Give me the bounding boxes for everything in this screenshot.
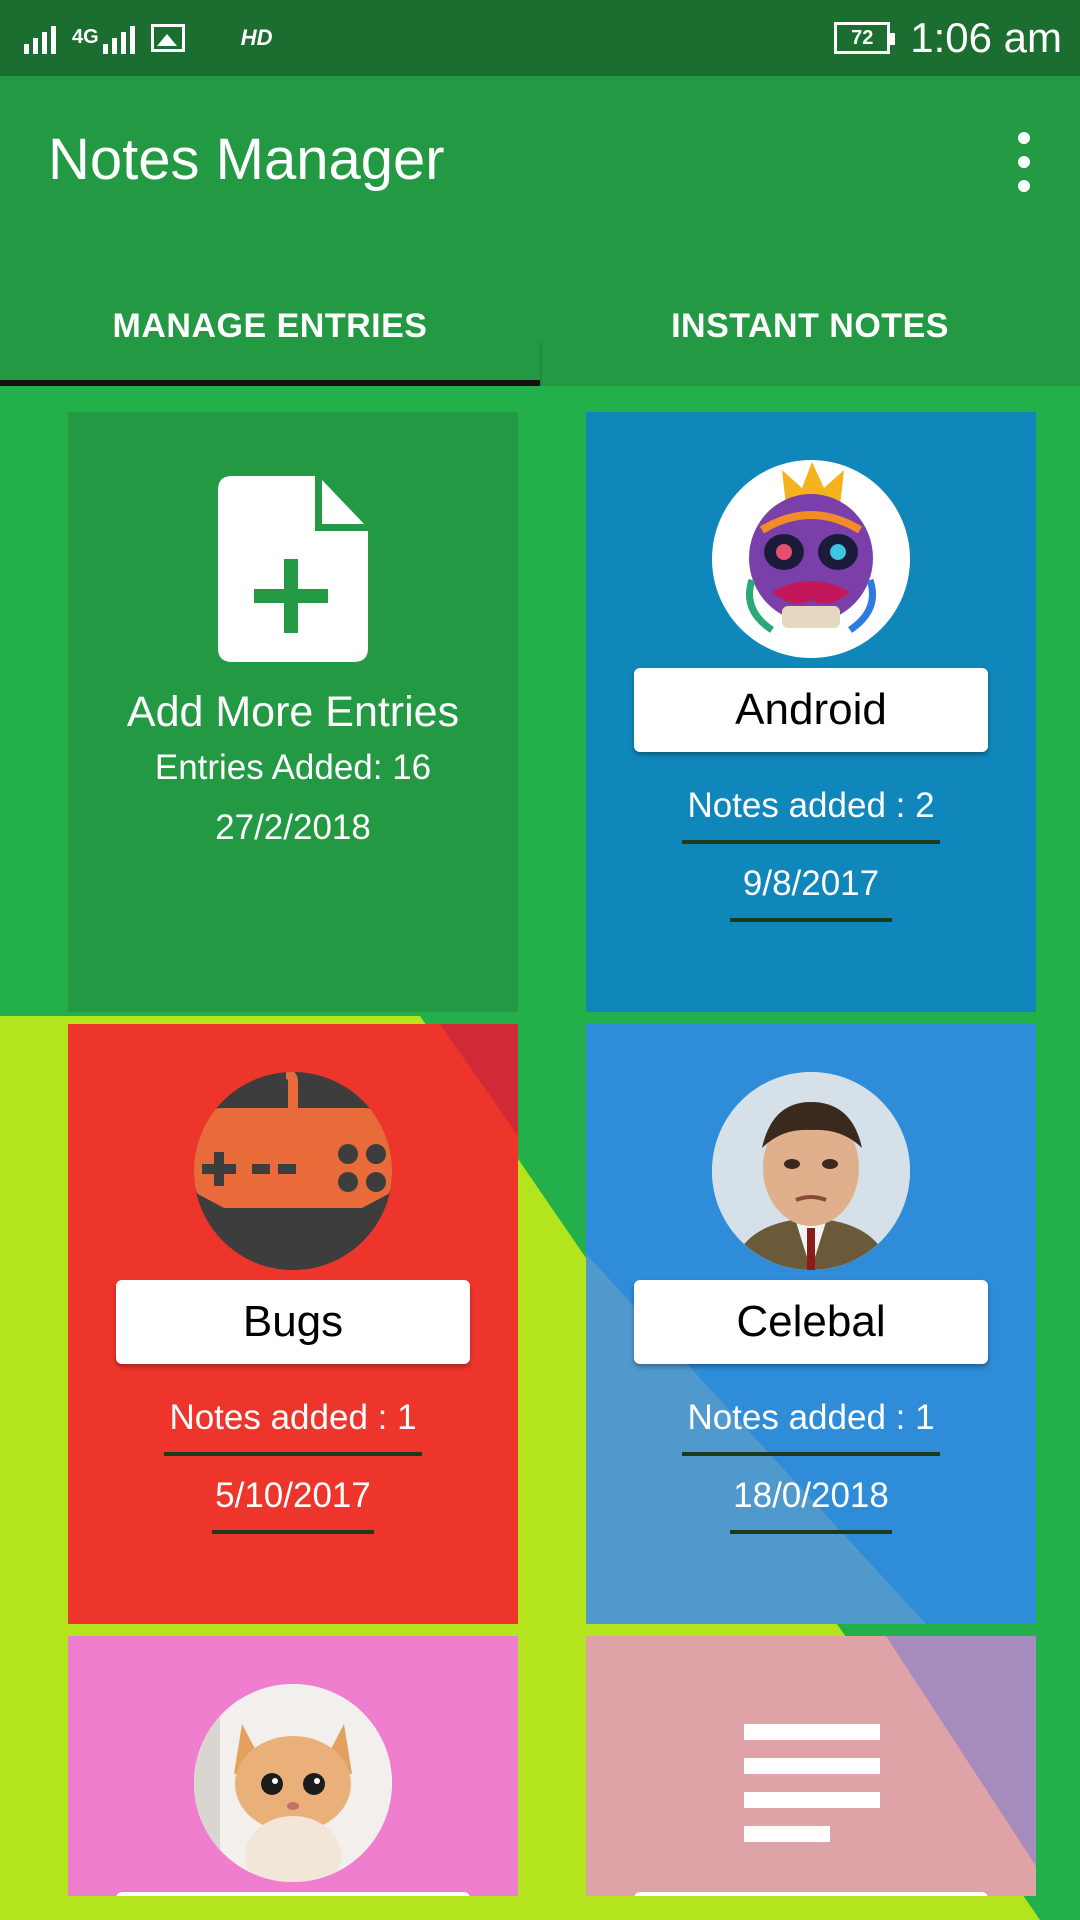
add-entry-card[interactable]: Add More Entries Entries Added: 16 27/2/… xyxy=(68,412,518,1012)
hd-indicator: HD xyxy=(240,25,273,50)
status-time: 1:06 am xyxy=(910,14,1062,61)
entry-date-android: 9/8/2017 xyxy=(742,864,880,903)
entries-added-count: Entries Added: 16 xyxy=(154,748,432,787)
entry-name-celebal: Celebal xyxy=(634,1280,988,1364)
man-portrait-icon xyxy=(712,1072,910,1270)
entry-name-android: Android xyxy=(634,668,988,752)
network-type-label: 4G xyxy=(72,26,99,48)
entry-avatar-skull xyxy=(712,460,910,658)
entry-name-bugs: Bugs xyxy=(116,1280,470,1364)
entry-name-kitten xyxy=(116,1892,470,1896)
add-entry-title: Add More Entries xyxy=(126,688,460,736)
entry-card-android[interactable]: Android Notes added : 2 9/8/2017 xyxy=(586,412,1036,1012)
tab-instant-notes[interactable]: INSTANT NOTES xyxy=(540,266,1080,386)
notes-underline xyxy=(682,1452,940,1456)
entry-avatar-kitten xyxy=(194,1684,392,1882)
add-entry-date: 27/2/2018 xyxy=(215,808,371,847)
notes-lines-icon xyxy=(744,1724,880,1842)
tab-instant-notes-label: INSTANT NOTES xyxy=(671,306,949,345)
notes-underline xyxy=(164,1452,422,1456)
entry-notes-count-celebal: Notes added : 1 xyxy=(687,1398,935,1437)
notes-underline xyxy=(682,840,940,844)
status-bar: 4G HD 72 1:06 am xyxy=(0,0,1080,76)
battery-level: 72 xyxy=(851,27,874,49)
date-underline xyxy=(730,1530,892,1534)
entry-notes-count-bugs: Notes added : 1 xyxy=(169,1398,417,1437)
entry-card-notes[interactable] xyxy=(586,1636,1036,1896)
entry-date-bugs: 5/10/2017 xyxy=(215,1476,371,1515)
entry-notes-count-android: Notes added : 2 xyxy=(687,786,935,825)
entry-card-bugs[interactable]: Bugs Notes added : 1 5/10/2017 xyxy=(68,1024,518,1624)
add-document-icon xyxy=(218,476,368,662)
app-bar: Notes Manager MANAGE ENTRIES INSTANT NOT… xyxy=(0,76,1080,438)
entry-avatar-man xyxy=(712,1072,910,1270)
entry-date-celebal: 18/0/2018 xyxy=(733,1476,889,1515)
signal-sim1-icon xyxy=(24,22,56,54)
battery-icon: 72 xyxy=(834,22,896,54)
entry-card-celebal[interactable]: Celebal Notes added : 1 18/0/2018 xyxy=(586,1024,1036,1624)
gamepad-icon xyxy=(194,1072,392,1270)
date-underline xyxy=(730,918,892,922)
skull-art-icon xyxy=(746,462,876,633)
entry-avatar-gamepad xyxy=(194,1072,392,1270)
entry-card-kitten[interactable] xyxy=(68,1636,518,1896)
kitten-photo-icon xyxy=(194,1684,392,1882)
date-underline xyxy=(212,1530,374,1534)
more-vert-icon[interactable] xyxy=(1006,132,1042,192)
entry-name-notes xyxy=(634,1892,988,1896)
tab-manage-entries-label: MANAGE ENTRIES xyxy=(112,306,428,345)
image-notification-icon xyxy=(150,24,185,52)
tab-manage-entries[interactable]: MANAGE ENTRIES xyxy=(0,266,540,386)
app-title: Notes Manager xyxy=(48,127,445,192)
signal-sim2-icon xyxy=(102,22,135,54)
